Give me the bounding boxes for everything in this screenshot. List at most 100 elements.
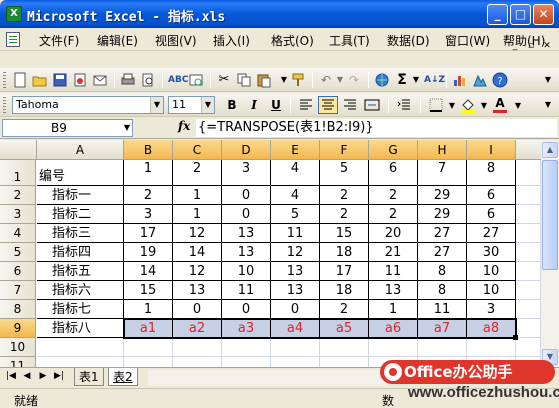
cell[interactable]: 21: [369, 243, 418, 262]
cell[interactable]: 8: [418, 281, 467, 300]
font-size-combo[interactable]: 11 ▼: [168, 96, 215, 114]
cell[interactable]: 18: [320, 243, 369, 262]
cell[interactable]: 11: [222, 281, 271, 300]
cell[interactable]: 6: [467, 205, 516, 224]
cell[interactable]: 5: [271, 205, 320, 224]
row-header[interactable]: 7: [0, 281, 36, 300]
cell[interactable]: 7: [418, 160, 467, 186]
cell[interactable]: 12: [173, 262, 222, 281]
toolbar-options-icon[interactable]: ▼: [540, 97, 556, 113]
cell[interactable]: 13: [173, 281, 222, 300]
menu-format[interactable]: 格式(O): [271, 32, 314, 49]
cell[interactable]: 10: [467, 262, 516, 281]
toolbar-grip[interactable]: [3, 97, 6, 113]
row-header[interactable]: 11: [0, 357, 36, 367]
spelling-icon[interactable]: ABC: [168, 72, 188, 88]
empty-cell[interactable]: [320, 357, 369, 367]
cell[interactable]: 6: [467, 186, 516, 205]
cell[interactable]: 3: [124, 205, 173, 224]
empty-cell[interactable]: [516, 262, 541, 281]
col-header-f[interactable]: F: [320, 140, 369, 160]
empty-cell[interactable]: [37, 338, 124, 357]
cell[interactable]: 指标二: [37, 205, 124, 224]
cell[interactable]: 1: [173, 186, 222, 205]
font-color-button[interactable]: A: [490, 96, 510, 114]
menu-window[interactable]: 窗口(W): [445, 32, 490, 49]
doc-minimize-button[interactable]: _: [508, 41, 522, 51]
empty-cell[interactable]: [271, 338, 320, 357]
name-box[interactable]: B9 ▼: [2, 119, 133, 137]
cell[interactable]: 6: [369, 160, 418, 186]
excel-app-icon[interactable]: X: [6, 6, 22, 22]
row-header[interactable]: 1: [0, 160, 36, 186]
cell[interactable]: 2: [369, 205, 418, 224]
size-dropdown-icon[interactable]: ▼: [201, 97, 214, 113]
empty-cell[interactable]: [516, 357, 541, 367]
empty-cell[interactable]: [124, 357, 173, 367]
cell[interactable]: a7: [418, 319, 467, 338]
empty-cell[interactable]: [516, 300, 541, 319]
empty-cell[interactable]: [516, 205, 541, 224]
row-header[interactable]: 4: [0, 224, 36, 243]
cell[interactable]: 指标五: [37, 262, 124, 281]
redo-icon[interactable]: ↷: [346, 72, 362, 88]
copy-icon[interactable]: [236, 72, 252, 88]
cell[interactable]: a4: [271, 319, 320, 338]
cell[interactable]: 29: [418, 186, 467, 205]
name-box-dropdown-icon[interactable]: ▼: [124, 120, 130, 136]
empty-cell[interactable]: [222, 357, 271, 367]
menu-file[interactable]: 文件(F): [39, 32, 79, 49]
cell[interactable]: 30: [467, 243, 516, 262]
cell[interactable]: 3: [222, 160, 271, 186]
format-painter-icon[interactable]: [290, 72, 306, 88]
cell[interactable]: 27: [418, 224, 467, 243]
bold-button[interactable]: B: [222, 96, 242, 114]
cell[interactable]: 11: [418, 300, 467, 319]
cell[interactable]: 2: [369, 186, 418, 205]
row-header[interactable]: 10: [0, 338, 36, 357]
row-header[interactable]: 2: [0, 186, 36, 205]
drawing-icon[interactable]: [472, 72, 488, 88]
cell[interactable]: a2: [173, 319, 222, 338]
select-all-corner[interactable]: [0, 140, 37, 160]
permission-icon[interactable]: [72, 72, 88, 88]
col-header-a[interactable]: A: [37, 140, 124, 160]
vertical-scroll-thumb[interactable]: [542, 160, 558, 270]
empty-cell[interactable]: [271, 357, 320, 367]
cell[interactable]: 0: [222, 205, 271, 224]
empty-cell[interactable]: [173, 338, 222, 357]
cell[interactable]: 17: [320, 262, 369, 281]
cell[interactable]: a1: [124, 319, 173, 338]
cell[interactable]: 11: [369, 262, 418, 281]
row-header[interactable]: 3: [0, 205, 36, 224]
scroll-down-button[interactable]: ▼: [542, 349, 558, 365]
col-header-i[interactable]: I: [467, 140, 516, 160]
help-icon[interactable]: ?: [492, 72, 508, 88]
cell[interactable]: 20: [369, 224, 418, 243]
cell[interactable]: 2: [124, 186, 173, 205]
menu-data[interactable]: 数据(D): [387, 32, 430, 49]
col-header-e[interactable]: E: [271, 140, 320, 160]
cell[interactable]: a5: [320, 319, 369, 338]
cell[interactable]: 0: [173, 300, 222, 319]
empty-cell[interactable]: [467, 357, 516, 367]
cut-icon[interactable]: ✂: [216, 72, 232, 88]
empty-cell[interactable]: [124, 338, 173, 357]
align-left-button[interactable]: [296, 96, 316, 114]
row-header[interactable]: 5: [0, 243, 36, 262]
empty-cell[interactable]: [418, 357, 467, 367]
cell[interactable]: a8: [467, 319, 516, 338]
cell[interactable]: 1: [369, 300, 418, 319]
col-header-g[interactable]: G: [369, 140, 418, 160]
cell[interactable]: 8: [467, 160, 516, 186]
empty-cell[interactable]: [369, 338, 418, 357]
empty-cell[interactable]: [516, 243, 541, 262]
cell[interactable]: 14: [124, 262, 173, 281]
maximize-button[interactable]: □: [510, 4, 531, 25]
empty-cell[interactable]: [222, 338, 271, 357]
sheet-tab-2[interactable]: 表2: [108, 368, 138, 386]
cell[interactable]: 编号: [37, 160, 124, 186]
font-name-combo[interactable]: Tahoma ▼: [12, 96, 164, 114]
cell[interactable]: 15: [124, 281, 173, 300]
empty-cell[interactable]: [320, 338, 369, 357]
